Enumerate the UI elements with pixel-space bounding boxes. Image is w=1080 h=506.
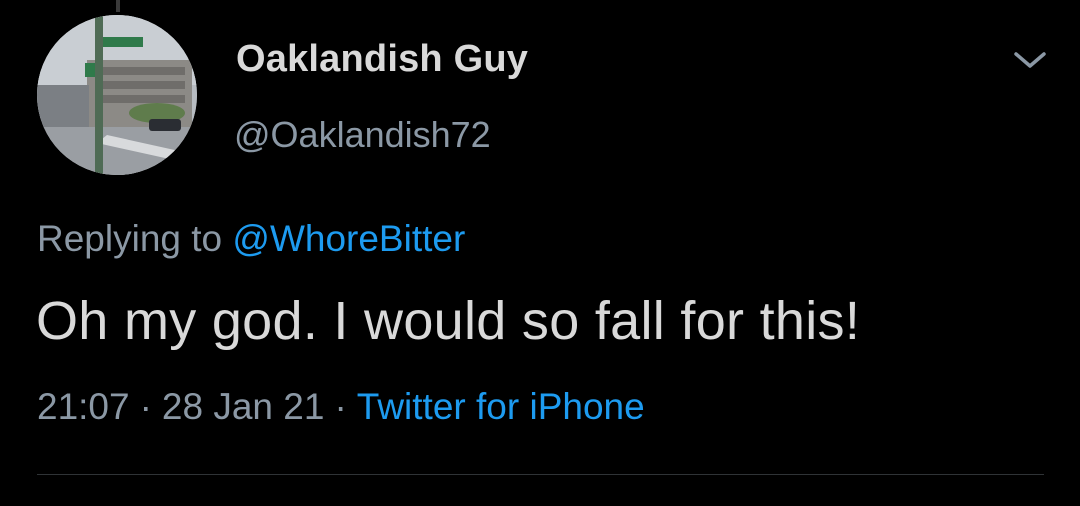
avatar-photo [37, 15, 197, 175]
tweet-time[interactable]: 21:07 [37, 386, 130, 427]
meta-separator: · [139, 386, 152, 427]
divider [37, 474, 1044, 475]
source-link[interactable]: Twitter for iPhone [357, 386, 645, 427]
user-handle[interactable]: @Oaklandish72 [234, 114, 491, 156]
meta-separator: · [334, 386, 347, 427]
tweet-metadata: 21:07 · 28 Jan 21 · Twitter for iPhone [37, 386, 645, 428]
avatar[interactable] [37, 15, 197, 175]
tweet-text: Oh my god. I would so fall for this! [36, 291, 861, 351]
tweet-date[interactable]: 28 Jan 21 [162, 386, 325, 427]
replying-to-label: Replying to [37, 218, 223, 259]
thread-connector-line [116, 0, 120, 12]
display-name[interactable]: Oaklandish Guy [236, 38, 528, 81]
chevron-down-icon[interactable] [1010, 46, 1050, 74]
replying-to-line: Replying to @WhoreBitter [37, 218, 465, 260]
mention-link[interactable]: @WhoreBitter [232, 218, 465, 259]
